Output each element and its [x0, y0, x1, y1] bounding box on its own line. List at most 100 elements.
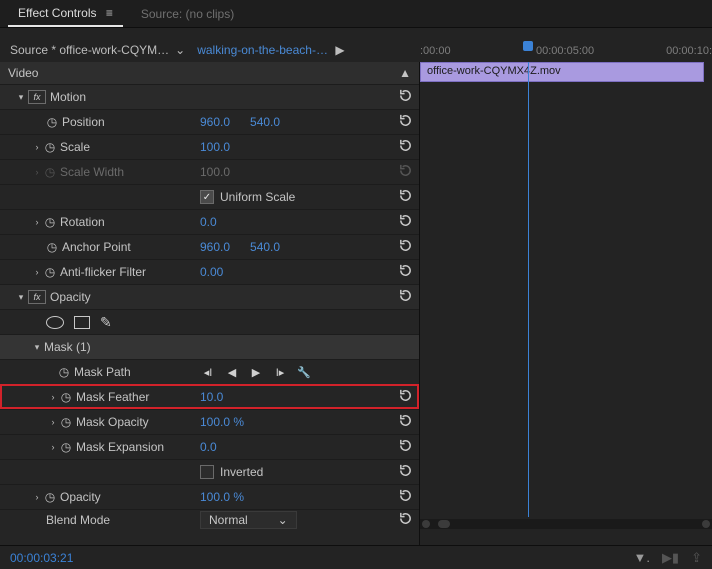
stopwatch-icon[interactable]	[44, 140, 60, 154]
export-icon[interactable]: ⇪	[691, 550, 702, 566]
clip-label: office-work-CQYMX4Z.mov	[427, 65, 561, 77]
reset-icon[interactable]	[398, 488, 413, 506]
collapse-up-icon[interactable]: ▲	[399, 66, 411, 80]
dropdown-value: Normal	[209, 513, 248, 527]
twirl-icon[interactable]: ›	[46, 442, 60, 452]
prop-mask-feather: ›Mask Feather 10.0	[0, 384, 419, 409]
reset-icon[interactable]	[398, 113, 413, 131]
uniform-scale-checkbox[interactable]: ✓	[200, 190, 214, 204]
reset-icon[interactable]	[398, 413, 413, 431]
mask-tools-row: ✎	[0, 309, 419, 334]
twirl-icon[interactable]: ›	[30, 267, 44, 277]
mask-1-header[interactable]: ▾Mask (1)	[0, 334, 419, 359]
stopwatch-icon[interactable]	[44, 215, 60, 229]
prop-label: Blend Mode	[46, 513, 110, 527]
ruler-tick: 00:00:10:	[624, 45, 712, 57]
value[interactable]: 10.0	[200, 390, 223, 404]
time-ruler[interactable]: :00:00 00:00:05:00 00:00:10:	[420, 43, 712, 57]
effect-motion-header[interactable]: ▾fx Motion	[0, 84, 419, 109]
tab-source[interactable]: Source: (no clips)	[123, 1, 244, 26]
scroll-handle-left[interactable]	[422, 520, 430, 528]
sequence-dropdown[interactable]: walking-on-the-beach-…	[197, 43, 328, 57]
scroll-thumb[interactable]	[438, 520, 450, 528]
value[interactable]: 0.0	[200, 440, 217, 454]
twirl-icon[interactable]: ▾	[30, 342, 44, 353]
stopwatch-icon[interactable]	[44, 490, 60, 504]
reset-icon[interactable]	[398, 438, 413, 456]
effect-label: Motion	[50, 90, 86, 104]
track-reverse-icon[interactable]: ◂I	[200, 366, 216, 379]
effect-opacity-header[interactable]: ▾fxOpacity	[0, 284, 419, 309]
stopwatch-icon[interactable]	[60, 390, 76, 404]
value[interactable]: 100.0	[200, 140, 230, 154]
video-label: Video	[8, 66, 399, 80]
mask-label: Mask (1)	[44, 340, 91, 354]
stopwatch-icon	[44, 165, 60, 179]
video-section-header[interactable]: Video ▲	[0, 62, 419, 84]
twirl-icon[interactable]: ›	[30, 492, 44, 502]
reset-icon[interactable]	[398, 188, 413, 206]
track-forward-icon[interactable]: I▸	[272, 366, 288, 379]
twirl-icon[interactable]: ›	[46, 417, 60, 427]
value[interactable]: 0.00	[200, 265, 223, 279]
stopwatch-icon[interactable]	[46, 115, 62, 129]
twirl-icon[interactable]: ▾	[14, 92, 28, 103]
reset-icon[interactable]	[398, 263, 413, 281]
value[interactable]: 0.0	[200, 215, 217, 229]
stopwatch-icon[interactable]	[60, 440, 76, 454]
value[interactable]: 100.0 %	[200, 490, 244, 504]
value-y[interactable]: 540.0	[250, 240, 280, 254]
value[interactable]: 100.0 %	[200, 415, 244, 429]
blend-mode-dropdown[interactable]: Normal⌄	[200, 511, 297, 529]
reset-icon[interactable]	[398, 88, 413, 106]
ellipse-mask-icon[interactable]	[46, 316, 64, 329]
source-header: Source * office-work-CQYM… ⌄ walking-on-…	[0, 38, 712, 62]
current-timecode[interactable]: 00:00:03:21	[10, 551, 73, 565]
playhead-icon[interactable]	[523, 41, 533, 51]
track-back-frame-icon[interactable]: ◀	[224, 366, 240, 379]
reset-icon[interactable]	[398, 388, 413, 406]
wrench-icon[interactable]: 🔧	[296, 366, 312, 379]
tab-effect-controls[interactable]: Effect Controls ≡	[8, 0, 123, 27]
filter-icon[interactable]: ▼.	[633, 550, 649, 566]
prop-mask-path: Mask Path ◂I ◀ ▶ I▸ 🔧	[0, 359, 419, 384]
pen-mask-icon[interactable]: ✎	[100, 314, 112, 331]
twirl-icon[interactable]: ›	[46, 392, 60, 402]
reset-icon[interactable]	[398, 238, 413, 256]
source-master-label[interactable]: Source * office-work-CQYM…	[10, 43, 169, 57]
panel-menu-icon[interactable]: ≡	[106, 6, 113, 20]
reset-icon[interactable]	[398, 288, 413, 306]
reset-icon[interactable]	[398, 138, 413, 156]
clip-bar[interactable]: office-work-CQYMX4Z.mov	[420, 62, 704, 82]
prop-mask-inverted: Inverted	[0, 459, 419, 484]
timeline-area[interactable]: office-work-CQYMX4Z.mov	[420, 62, 712, 545]
inverted-checkbox[interactable]	[200, 465, 214, 479]
value-y[interactable]: 540.0	[250, 115, 280, 129]
stopwatch-icon[interactable]	[44, 265, 60, 279]
prop-label: Mask Path	[74, 365, 131, 379]
rectangle-mask-icon[interactable]	[74, 316, 90, 329]
horizontal-scrollbar[interactable]	[420, 519, 712, 529]
chevron-down-icon[interactable]: ⌄	[175, 43, 185, 57]
ruler-tick: :00:00	[420, 45, 508, 57]
twirl-icon[interactable]: ▾	[14, 292, 28, 303]
prop-label: Position	[62, 115, 105, 129]
play-only-icon[interactable]: ▶	[332, 43, 348, 57]
value-x[interactable]: 960.0	[200, 115, 230, 129]
track-forward-frame-icon[interactable]: ▶	[248, 366, 264, 379]
stopwatch-icon[interactable]	[60, 415, 76, 429]
reset-icon[interactable]	[398, 213, 413, 231]
reset-icon[interactable]	[398, 511, 413, 529]
play-to-out-icon[interactable]: ▶▮	[662, 550, 679, 566]
twirl-icon[interactable]: ›	[30, 217, 44, 227]
fx-badge[interactable]: fx	[28, 90, 46, 104]
fx-badge[interactable]: fx	[28, 290, 46, 304]
value-x[interactable]: 960.0	[200, 240, 230, 254]
reset-icon[interactable]	[398, 463, 413, 481]
prop-scale: ›Scale 100.0	[0, 134, 419, 159]
stopwatch-icon[interactable]	[46, 240, 62, 254]
stopwatch-icon[interactable]	[58, 365, 74, 379]
scroll-handle-right[interactable]	[702, 520, 710, 528]
playhead-line[interactable]	[528, 62, 529, 517]
twirl-icon[interactable]: ›	[30, 142, 44, 152]
